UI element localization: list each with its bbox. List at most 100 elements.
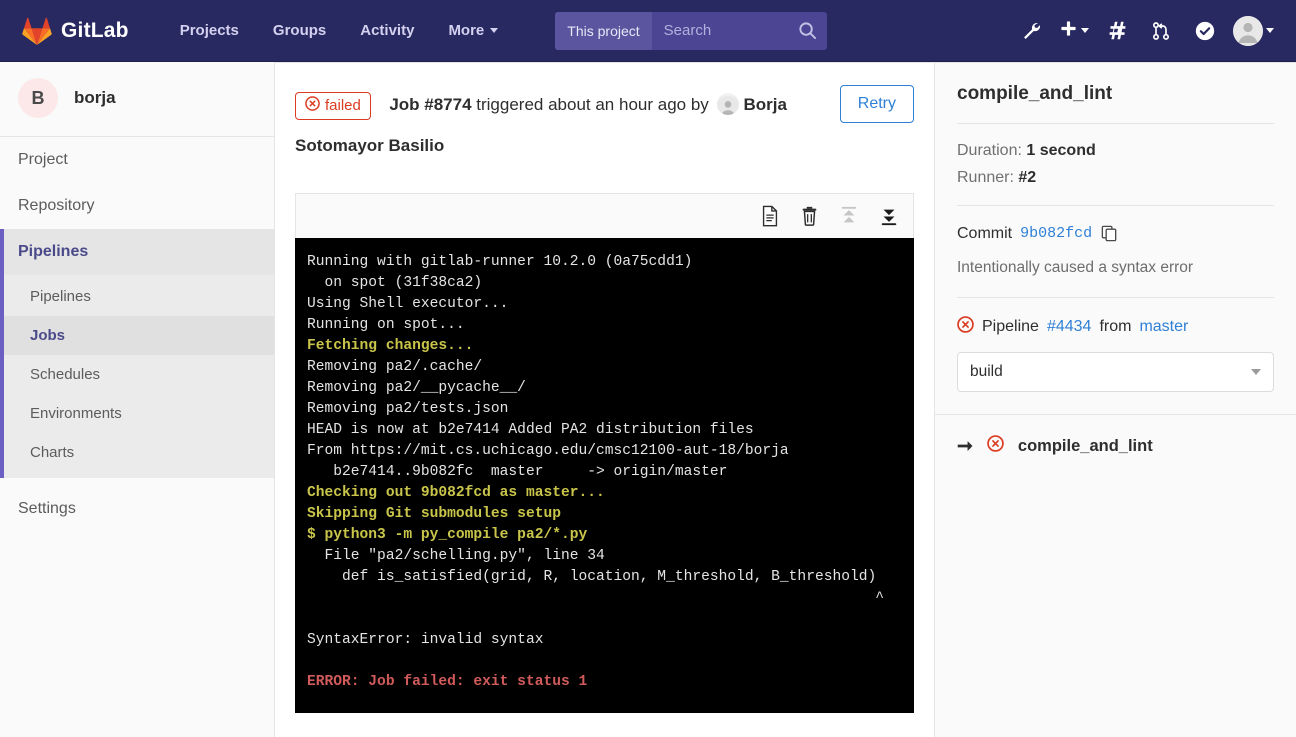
todos-check-icon[interactable] [1185,11,1225,51]
nav-link-groups-label: Groups [273,22,326,39]
stage-job-compile-and-lint[interactable]: ➞ compile_and_lint [935,415,1296,477]
sidebar-subitem-environments-label: Environments [30,405,122,422]
job-runner-label: Runner: [957,169,1014,186]
log-line: Skipping Git submodules setup [307,504,902,525]
nav-link-groups[interactable]: Groups [256,14,343,47]
stage-job-name: compile_and_lint [1018,437,1153,456]
failed-circle-x-icon [305,96,320,116]
job-duration-value: 1 second [1026,142,1095,159]
commit-sha-link[interactable]: 9b082fcd [1020,225,1092,242]
stage-select[interactable]: build [957,352,1274,392]
status-badge-label: failed [325,97,361,115]
project-header[interactable]: B borja [0,62,274,137]
raw-log-icon[interactable] [760,205,780,227]
log-line: HEAD is now at b2e7414 Added PA2 distrib… [307,420,902,441]
sidebar-item-project[interactable]: Project [0,137,274,183]
log-line: Removing pa2/__pycache__/ [307,378,902,399]
erase-log-icon[interactable] [800,205,819,227]
job-runner-value: #2 [1018,169,1036,186]
nav-link-projects[interactable]: Projects [163,14,256,47]
log-line: on spot (31f38ca2) [307,273,902,294]
log-line: From https://mit.cs.uchicago.edu/cmsc121… [307,441,902,462]
sidebar-item-repository[interactable]: Repository [0,183,274,229]
author-avatar [717,93,739,115]
navbar-actions [1011,11,1278,51]
job-duration-label: Duration: [957,142,1022,159]
chevron-down-icon [490,28,498,33]
brand-label: GitLab [61,19,129,43]
job-id: Job #8774 [389,95,471,114]
log-toolbar [295,193,914,238]
retry-button[interactable]: Retry [840,85,914,123]
primary-nav: Projects Groups Activity More [163,14,516,47]
log-line: def is_satisfied(grid, R, location, M_th… [307,567,902,588]
scroll-bottom-icon[interactable] [879,205,899,227]
sidebar-subitem-jobs-label: Jobs [30,327,65,344]
sidebar-spacer [0,478,274,486]
commit-row: Commit 9b082fcd [957,224,1274,243]
gitlab-tanuki-icon [22,17,52,45]
sidebar-item-settings[interactable]: Settings [0,486,274,532]
project-name: borja [74,88,116,108]
log-line: Fetching changes... [307,336,902,357]
plus-icon [1059,19,1078,43]
search-scope-label[interactable]: This project [555,12,651,50]
log-line: Removing pa2/tests.json [307,399,902,420]
gitlab-brand[interactable]: GitLab [22,17,129,45]
divider [957,123,1274,124]
pipeline-row: Pipeline #4434 from master [957,316,1274,338]
search-input[interactable]: Search [652,12,827,50]
failed-circle-x-icon [957,316,974,338]
wrench-icon[interactable] [1011,11,1051,51]
issues-hash-icon[interactable] [1097,11,1137,51]
log-line: File "pa2/schelling.py", line 34 [307,546,902,567]
log-line: $ python3 -m py_compile pa2/*.py [307,525,902,546]
log-line [307,651,902,672]
log-line: ERROR: Job failed: exit status 1 [307,672,902,693]
commit-message: Intentionally caused a syntax error [957,257,1274,279]
pipeline-ref-link[interactable]: master [1139,318,1188,336]
nav-link-more[interactable]: More [431,14,515,47]
new-dropdown[interactable] [1055,19,1093,43]
scroll-top-icon[interactable] [839,205,859,227]
log-line: Checking out 9b082fcd as master... [307,483,902,504]
sidebar-subitem-environments[interactable]: Environments [4,394,274,433]
sidebar-item-repository-label: Repository [18,197,94,214]
chevron-down-icon [1251,369,1261,375]
sidebar-subitem-schedules-label: Schedules [30,366,100,383]
search-placeholder: Search [652,22,712,39]
job-sidebar-top: compile_and_lint Duration: 1 second Runn… [935,63,1296,392]
nav-link-activity[interactable]: Activity [343,14,431,47]
sidebar-subitem-charts[interactable]: Charts [4,433,274,472]
user-menu[interactable] [1229,16,1278,46]
log-line: SyntaxError: invalid syntax [307,630,902,651]
job-sidebar: compile_and_lint Duration: 1 second Runn… [934,62,1296,737]
job-sidebar-title: compile_and_lint [957,83,1274,105]
sidebar-submenu-pipelines: Pipelines Jobs Schedules Environments Ch… [0,275,274,478]
status-badge[interactable]: failed [295,92,371,120]
copy-commit-sha-icon[interactable] [1100,224,1119,243]
sidebar-subitem-jobs[interactable]: Jobs [4,316,274,355]
pipeline-from-label: from [1099,318,1131,336]
nav-link-activity-label: Activity [360,22,414,39]
job-duration: Duration: 1 second [957,142,1274,160]
global-search[interactable]: This project Search [555,12,826,50]
job-log-terminal[interactable]: Running with gitlab-runner 10.2.0 (0a75c… [295,238,914,713]
job-header-text: failed Job #8774 triggered about an hour… [295,85,830,167]
log-line [307,609,902,630]
sidebar-subitem-schedules[interactable]: Schedules [4,355,274,394]
log-line: Using Shell executor... [307,294,902,315]
log-line: ^ [307,588,902,609]
sidebar-item-pipelines-label: Pipelines [18,243,88,260]
pipeline-id-link[interactable]: #4434 [1047,318,1092,336]
job-content: failed Job #8774 triggered about an hour… [275,62,934,737]
sidebar-item-pipelines[interactable]: Pipelines [0,229,274,275]
sidebar-subitem-pipelines[interactable]: Pipelines [4,277,274,316]
sidebar-item-project-label: Project [18,151,68,168]
left-sidebar: B borja Project Repository Pipelines Pip… [0,62,275,737]
divider [957,205,1274,206]
sidebar-subitem-pipelines-label: Pipelines [30,288,91,305]
merge-request-icon[interactable] [1141,11,1181,51]
top-navbar: GitLab Projects Groups Activity More Thi… [0,0,1296,62]
log-line: Removing pa2/.cache/ [307,357,902,378]
